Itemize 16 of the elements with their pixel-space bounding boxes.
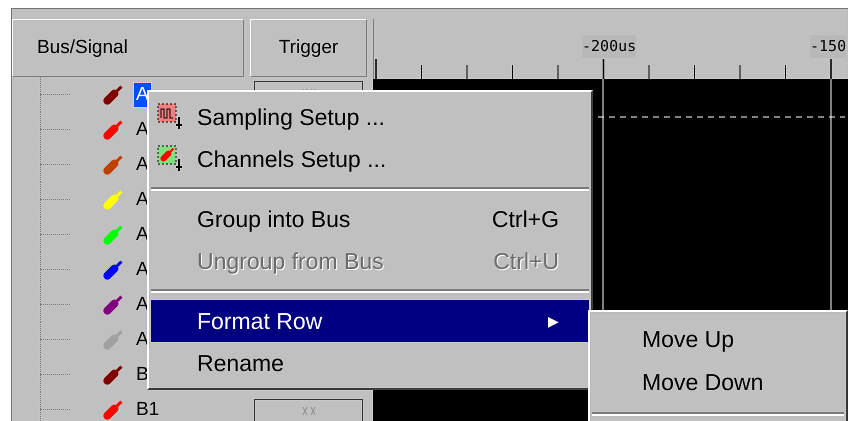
menu-item[interactable]: Channels Setup ... [151, 138, 589, 180]
trigger-cell[interactable] [254, 399, 363, 421]
probe-settings-icon [157, 145, 185, 173]
menu-item[interactable]: Group into Bus Ctrl+G [151, 198, 589, 240]
menu-item[interactable]: Move Down [592, 361, 844, 404]
column-header[interactable]: Trigger [250, 19, 367, 77]
sampling-icon [157, 103, 185, 131]
time-label: -150 [810, 35, 846, 58]
time-label: -200us [582, 35, 636, 58]
menu-item[interactable]: Rename [151, 342, 589, 384]
menu-item[interactable]: Sampling Setup ... [151, 96, 589, 138]
signal-label[interactable]: B1 [134, 398, 162, 421]
column-header[interactable]: Bus/Signal [12, 19, 244, 77]
menu-item[interactable]: Move Up [592, 318, 844, 361]
menu-item[interactable]: Format Row ▶ [151, 300, 589, 342]
signal-label[interactable]: B [134, 362, 151, 386]
